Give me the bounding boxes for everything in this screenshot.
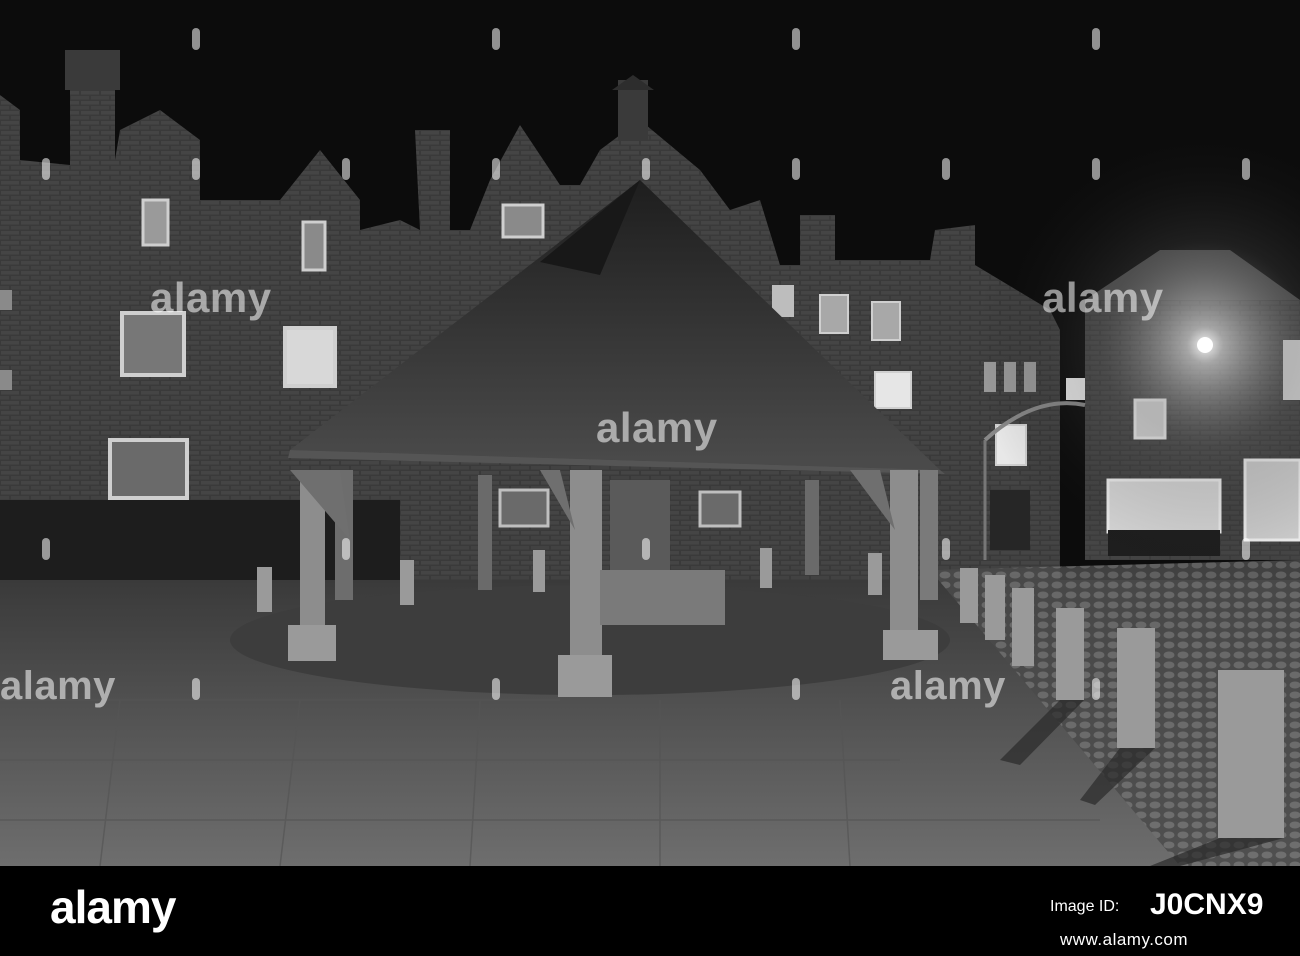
- watermark-dot: [792, 678, 800, 700]
- watermark-dot: [642, 158, 650, 180]
- watermark-dot: [192, 28, 200, 50]
- photo-stage: alamy alamy alamy alamy alamy alamy Imag…: [0, 0, 1300, 956]
- watermark-dot: [792, 28, 800, 50]
- image-id-label: Image ID:: [1050, 898, 1120, 915]
- watermark-dot: [42, 158, 50, 180]
- watermark-text: alamy: [0, 664, 116, 708]
- watermark-dot: [492, 158, 500, 180]
- watermark-dot: [492, 678, 500, 700]
- watermark-dot: [492, 28, 500, 50]
- site-url[interactable]: www.alamy.com: [1060, 930, 1188, 950]
- street-lamp-glow: [900, 100, 1300, 600]
- watermark-text: alamy: [596, 404, 718, 451]
- watermark-dot: [342, 538, 350, 560]
- watermark-dot: [1092, 28, 1100, 50]
- watermark-text: alamy: [1042, 274, 1164, 321]
- alamy-logo[interactable]: alamy: [50, 880, 176, 934]
- watermark-dot: [1092, 678, 1100, 700]
- watermark-dot: [192, 678, 200, 700]
- watermark-dot: [942, 538, 950, 560]
- watermark-dot: [1242, 538, 1250, 560]
- watermark-text: alamy: [890, 664, 1006, 708]
- street-lamp: [1197, 337, 1213, 353]
- watermark-dot: [342, 158, 350, 180]
- watermark-dot: [792, 158, 800, 180]
- watermark-dot: [192, 158, 200, 180]
- watermark-dot: [942, 158, 950, 180]
- image-id-value: J0CNX9: [1150, 888, 1264, 921]
- watermark-text: alamy: [150, 274, 272, 321]
- watermark-dot: [1092, 158, 1100, 180]
- watermark-dot: [642, 538, 650, 560]
- watermark-dot: [42, 538, 50, 560]
- watermark-dot: [1242, 158, 1250, 180]
